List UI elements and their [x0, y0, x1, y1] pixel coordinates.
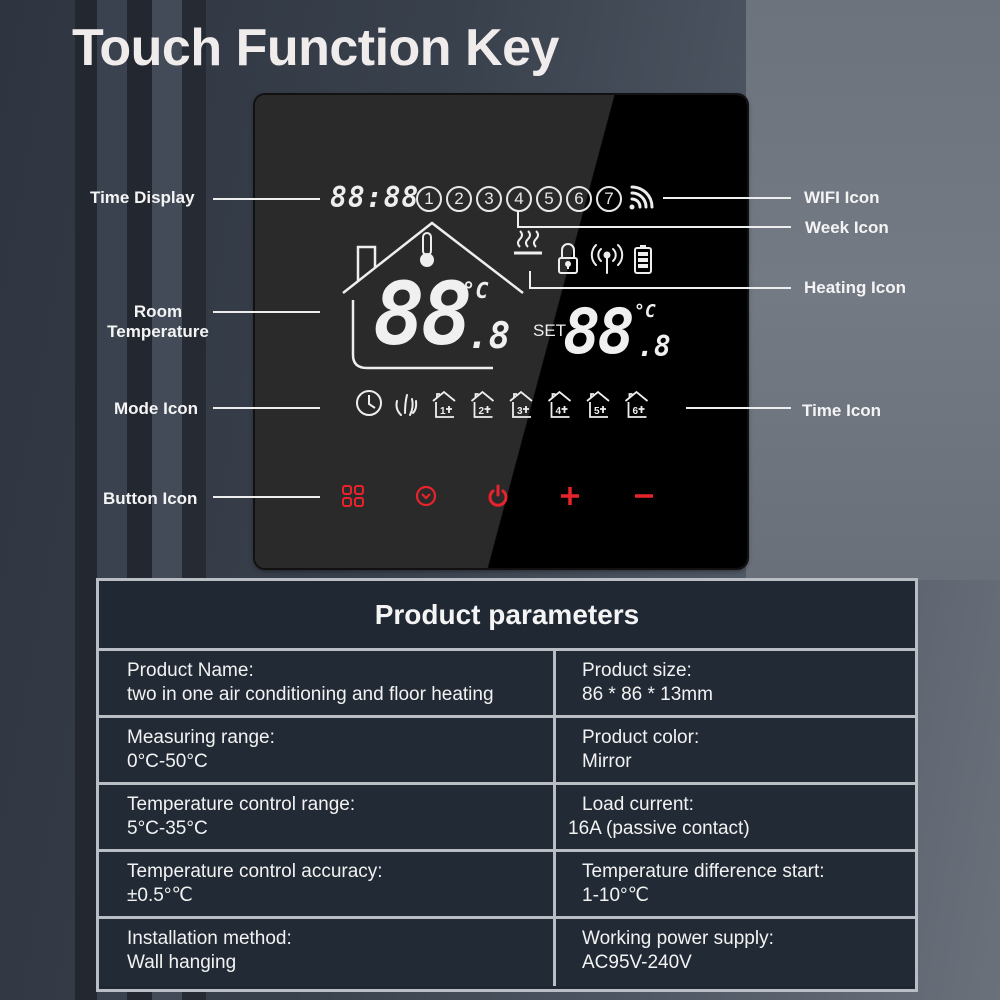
heating-icon — [514, 230, 542, 255]
callout-room-temperature-line1: Room — [133, 302, 183, 321]
room-temperature-unit: °C — [462, 279, 489, 304]
table-row: Installation method: Wall hanging Workin… — [99, 919, 915, 986]
callout-room-temperature-line2: Temperature — [107, 322, 209, 341]
room-temperature-value: 88 — [373, 265, 473, 365]
table-row: Measuring range: 0°C-50°C Product color:… — [99, 718, 915, 785]
callout-heating-icon: Heating Icon — [804, 278, 907, 297]
param-cell: Product color: Mirror — [556, 718, 915, 782]
time-display: 88:88 — [330, 181, 420, 214]
power-icon — [488, 484, 508, 507]
callout-button-icon: Button Icon — [103, 489, 198, 508]
signal-icon — [590, 244, 624, 274]
page-title: Touch Function Key — [72, 19, 559, 77]
param-value: AC95V-240V — [582, 952, 692, 973]
callout-wifi-icon: WIFI Icon — [804, 188, 880, 207]
callout-week-icon: Week Icon — [805, 218, 889, 237]
param-value: 16A (passive contact) — [568, 818, 750, 839]
parameters-header: Product parameters — [99, 581, 915, 651]
plus-icon — [561, 487, 579, 505]
param-value: Mirror — [582, 751, 632, 772]
param-label: Installation method: — [127, 928, 292, 949]
param-value: two in one air conditioning and floor he… — [127, 684, 494, 705]
param-value: Wall hanging — [127, 952, 237, 973]
leader-line — [529, 271, 531, 288]
callout-mode-icon: Mode Icon — [114, 399, 199, 418]
callout-time-display: Time Display — [90, 188, 195, 207]
leader-line — [517, 211, 519, 227]
param-label: Product Name: — [127, 660, 254, 681]
param-label: Temperature control range: — [127, 794, 356, 815]
param-cell: Load current: 16A (passive contact) — [556, 785, 915, 849]
mode-clock-icon — [356, 390, 382, 416]
param-value: ±0.5°℃ — [127, 885, 193, 906]
set-temperature-value: 88 — [563, 295, 635, 368]
set-temperature-unit: °C — [634, 301, 656, 322]
table-row: Temperature control accuracy: ±0.5°℃ Tem… — [99, 852, 915, 919]
week-day-icon: 7 — [596, 186, 622, 212]
param-cell: Installation method: Wall hanging — [99, 919, 556, 986]
leader-line — [517, 226, 791, 228]
menu-button[interactable] — [337, 480, 369, 512]
param-label: Product size: — [582, 660, 692, 681]
leader-line — [686, 407, 791, 409]
param-cell: Temperature control range: 5°C-35°C — [99, 785, 556, 849]
minus-icon — [635, 494, 653, 498]
table-row: Product Name: two in one air conditionin… — [99, 651, 915, 718]
param-cell: Product Name: two in one air conditionin… — [99, 651, 556, 715]
week-icons: 1 2 3 4 5 6 7 — [416, 186, 622, 212]
param-cell: Temperature difference start: 1-10°℃ — [556, 852, 915, 916]
week-day-icon: 1 — [416, 186, 442, 212]
product-parameters-table: Product parameters Product Name: two in … — [96, 578, 918, 992]
param-cell: Working power supply: AC95V-240V — [556, 919, 915, 986]
clock-icon — [415, 485, 437, 507]
grid-icon — [342, 485, 364, 507]
leader-line — [213, 407, 320, 409]
leader-line — [213, 198, 320, 200]
set-temperature-decimal: .8 — [637, 330, 671, 363]
wifi-icon — [629, 185, 654, 210]
room-temperature-decimal: .8 — [467, 316, 511, 357]
param-label: Product color: — [582, 727, 700, 748]
lock-icon — [558, 243, 578, 274]
plus-button[interactable] — [554, 480, 586, 512]
param-label: Load current: — [582, 794, 694, 815]
week-day-icon: 5 — [536, 186, 562, 212]
param-value: 1-10°℃ — [582, 885, 649, 906]
power-button[interactable] — [482, 480, 514, 512]
week-day-icon: 3 — [476, 186, 502, 212]
table-row: Temperature control range: 5°C-35°C Load… — [99, 785, 915, 852]
manual-hand-icon — [395, 394, 418, 416]
param-label: Working power supply: — [582, 928, 774, 949]
param-label: Temperature control accuracy: — [127, 861, 383, 882]
param-label: Temperature difference start: — [582, 861, 825, 882]
battery-icon — [634, 245, 652, 274]
set-label: SET — [533, 321, 567, 340]
leader-line — [663, 197, 791, 199]
param-cell: Measuring range: 0°C-50°C — [99, 718, 556, 782]
thermometer-icon — [420, 232, 434, 267]
param-cell: Temperature control accuracy: ±0.5°℃ — [99, 852, 556, 916]
callout-room-temperature: Room Temperature — [98, 302, 218, 342]
week-day-icon: 6 — [566, 186, 592, 212]
wall-stripe — [75, 0, 97, 1000]
week-day-icon: 2 — [446, 186, 472, 212]
minus-button[interactable] — [628, 480, 660, 512]
param-value: 0°C-50°C — [127, 751, 208, 772]
clock-button[interactable] — [410, 480, 442, 512]
leader-line — [213, 311, 320, 313]
param-value: 86 * 86 * 13mm — [582, 684, 713, 705]
param-label: Measuring range: — [127, 727, 275, 748]
week-day-icon: 4 — [506, 186, 532, 212]
param-cell: Product size: 86 * 86 * 13mm — [556, 651, 915, 715]
leader-line — [213, 496, 320, 498]
thermostat-panel: 88:88 1 2 3 4 5 6 7 88 .8 °C SET 88 .8 °… — [255, 95, 747, 568]
param-value: 5°C-35°C — [127, 818, 208, 839]
callout-time-icon: Time Icon — [802, 401, 882, 420]
leader-line — [529, 287, 791, 289]
